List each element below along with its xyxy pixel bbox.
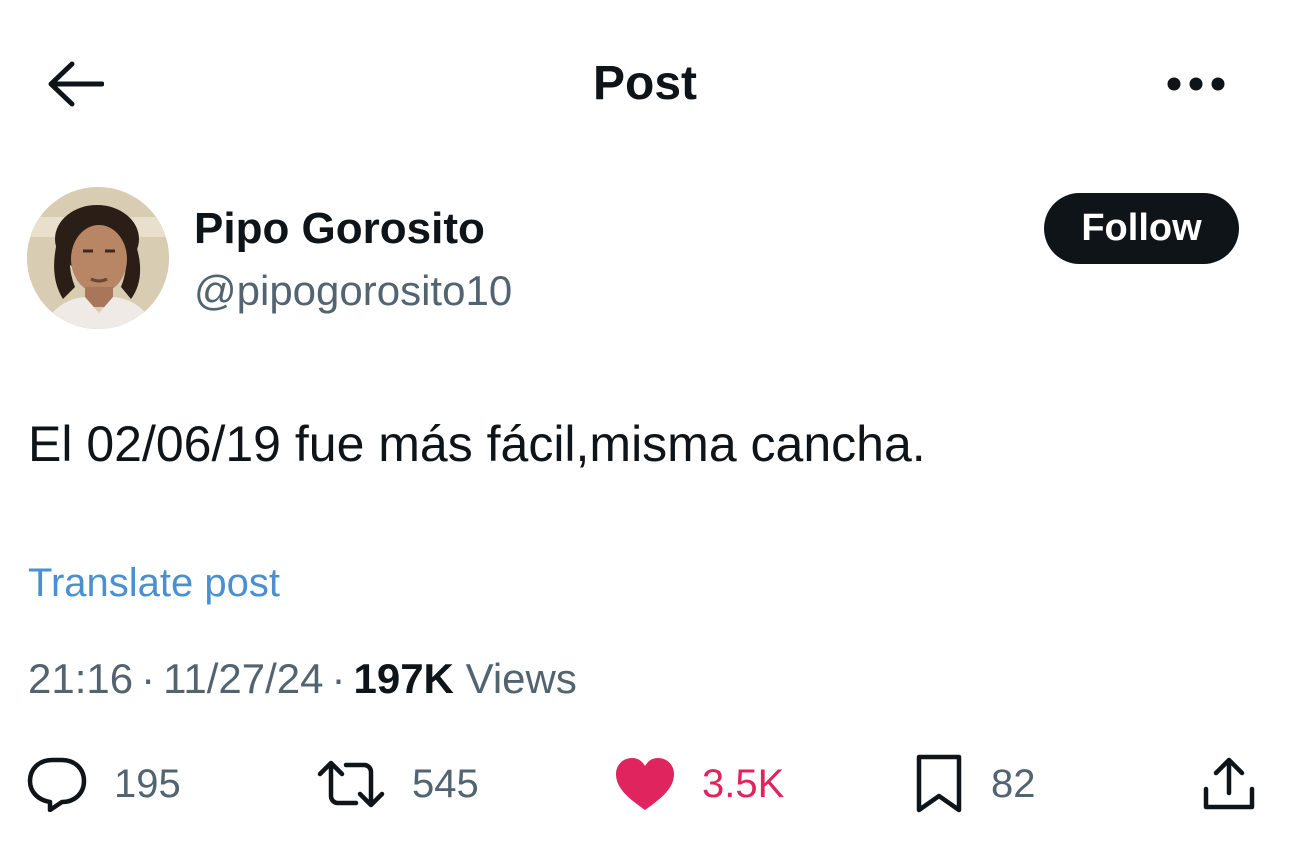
page-title: Post [592, 57, 697, 110]
translate-post-link[interactable]: Translate post [28, 558, 280, 608]
reply-icon [27, 757, 87, 812]
more-horizontal-icon [1167, 77, 1225, 91]
meta-separator: · [141, 655, 156, 702]
views-label: Views [465, 655, 577, 702]
like-button[interactable]: 3.5K [614, 752, 784, 816]
bookmark-button[interactable]: 82 [913, 752, 1036, 816]
like-count: 3.5K [702, 762, 785, 806]
meta-separator: · [331, 655, 346, 702]
repost-button[interactable]: 545 [316, 752, 479, 816]
post-time[interactable]: 21:16 [28, 655, 133, 702]
follow-button[interactable]: Follow [1044, 193, 1239, 264]
heart-filled-icon [616, 758, 674, 810]
views-count[interactable]: 197K [353, 655, 453, 702]
repost-icon [317, 760, 385, 808]
reply-count: 195 [114, 762, 181, 806]
avatar-image [27, 187, 169, 329]
reply-button[interactable]: 195 [26, 752, 181, 816]
share-button[interactable] [1200, 752, 1258, 816]
author-name[interactable]: Pipo Gorosito [194, 202, 485, 256]
bookmark-count: 82 [991, 762, 1036, 806]
post-date[interactable]: 11/27/24 [163, 655, 323, 702]
avatar[interactable] [27, 187, 169, 329]
repost-count: 545 [412, 762, 479, 806]
post-meta: 21:16 · 11/27/24 · 197K Views [28, 652, 577, 706]
author-handle[interactable]: @pipogorosito10 [194, 264, 512, 318]
share-icon [1203, 757, 1255, 810]
bookmark-icon [916, 754, 962, 813]
more-options-button[interactable] [1158, 58, 1234, 110]
post-text: El 02/06/19 fue más fácil,misma cancha. [28, 416, 926, 472]
